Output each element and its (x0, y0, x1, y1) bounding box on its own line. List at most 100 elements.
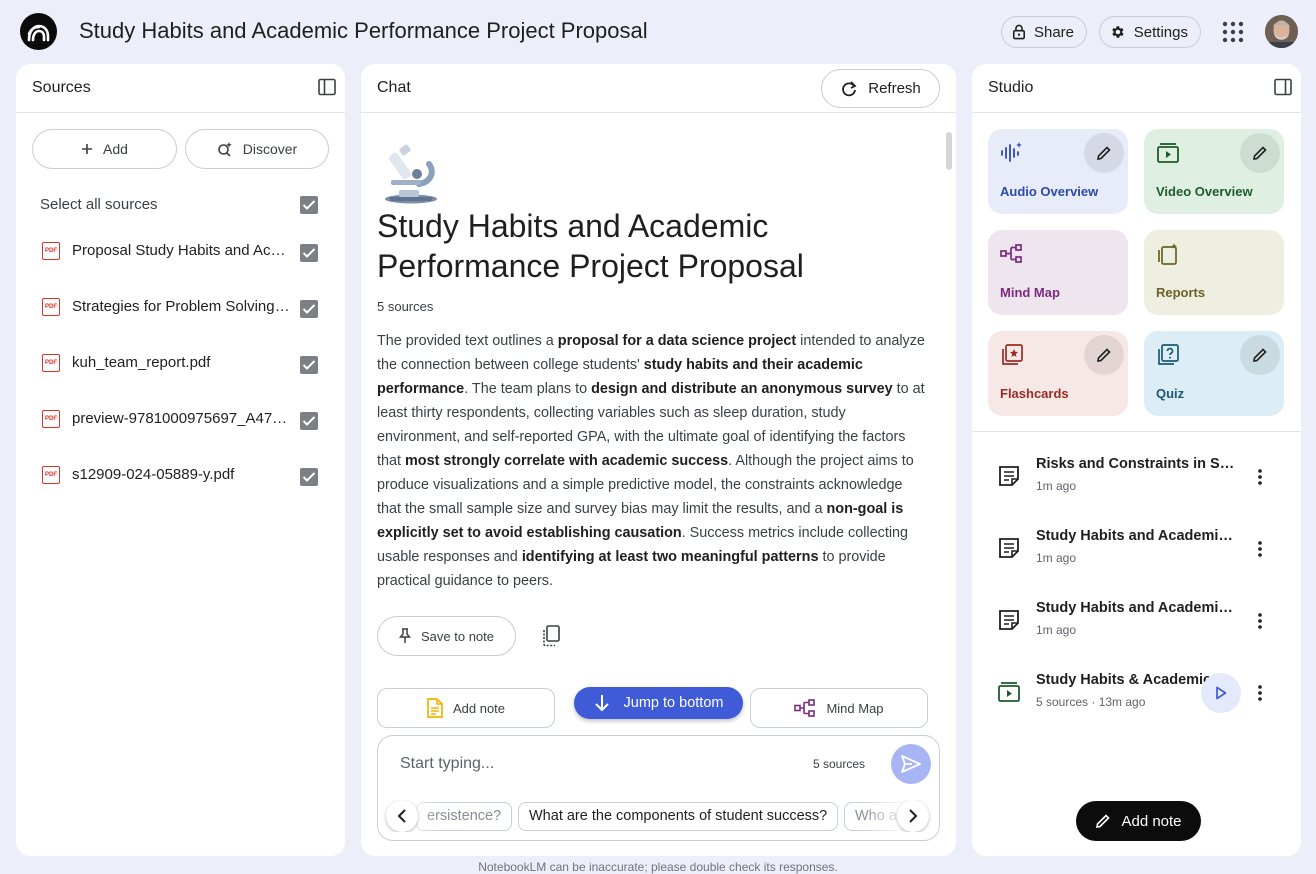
add-source-button[interactable]: Add (32, 129, 177, 169)
mind-map-icon (1000, 244, 1022, 263)
source-item[interactable]: PDF kuh_team_report.pdf (16, 345, 345, 385)
notebook-summary: The provided text outlines a proposal fo… (377, 329, 927, 593)
source-name: Strategies for Problem Solving.pdf (72, 298, 290, 315)
note-title: Risks and Constraints in Study Habits Pr… (1036, 456, 1236, 472)
reports-tile[interactable]: Reports (1144, 230, 1284, 315)
flashcards-tile[interactable]: Flashcards (988, 331, 1128, 416)
source-checkbox[interactable] (300, 412, 318, 430)
select-all-label: Select all sources (40, 196, 158, 213)
discover-search-icon (217, 142, 232, 157)
audio-overview-tile[interactable]: Audio Overview (988, 129, 1128, 214)
pdf-icon: PDF (42, 298, 60, 316)
pencil-icon (1096, 814, 1111, 828)
add-note-button[interactable]: Add note (1076, 801, 1201, 841)
chat-input[interactable] (400, 751, 780, 777)
discover-sources-button[interactable]: Discover (185, 129, 329, 169)
studio-note-item[interactable]: Study Habits and Academic Performance Su… (972, 591, 1301, 651)
settings-label: Settings (1133, 23, 1188, 41)
edit-flashcards-button[interactable] (1084, 335, 1124, 375)
source-item[interactable]: PDF preview-9781000975697_A47190178.pdf (16, 401, 345, 441)
lock-icon (1012, 24, 1026, 40)
notebook-heading: Study Habits and Academic Performance Pr… (377, 208, 804, 284)
source-name: preview-9781000975697_A47190178.pdf (72, 410, 290, 427)
refresh-button[interactable]: Refresh (821, 69, 940, 108)
add-source-label: Add (103, 141, 128, 157)
apps-grid-icon[interactable] (1222, 21, 1244, 43)
add-note-chip-label: Add note (452, 700, 506, 716)
studio-note-item[interactable]: Study Habits and Academic Performance Re… (972, 519, 1301, 579)
refresh-label: Refresh (868, 80, 921, 97)
collapse-sources-icon[interactable] (318, 78, 336, 96)
add-note-chip[interactable]: Add note (377, 688, 555, 728)
notebook-title[interactable]: Study Habits and Academic Performance Pr… (79, 16, 648, 46)
suggested-queries: ersistence? What are the components of s… (378, 800, 939, 832)
studio-note-item[interactable]: Study Habits & Academic Success5 sources… (972, 663, 1301, 723)
tile-label: Audio Overview (1000, 184, 1099, 199)
studio-note-item[interactable]: Risks and Constraints in Study Habits Pr… (972, 447, 1301, 507)
save-to-note-label: Save to note (421, 628, 494, 644)
studio-header: Studio (972, 64, 1301, 113)
source-checkbox[interactable] (300, 356, 318, 374)
more-options-button[interactable] (1248, 606, 1272, 636)
summary-highlight: proposal for a data science project (557, 333, 797, 349)
more-vert-icon (1258, 685, 1262, 701)
sources-header: Sources (16, 64, 345, 113)
edit-video-overview-button[interactable] (1240, 133, 1280, 173)
tile-label: Reports (1156, 285, 1206, 300)
mind-map-chip[interactable]: Mind Map (750, 688, 928, 728)
add-note-label: Add note (1121, 812, 1182, 830)
user-avatar[interactable] (1265, 15, 1298, 48)
send-button[interactable] (891, 744, 931, 784)
source-checkbox[interactable] (300, 244, 318, 262)
quiz-tile[interactable]: Quiz (1144, 331, 1284, 416)
chat-scrollbar[interactable] (946, 132, 952, 170)
pencil-icon (1097, 348, 1111, 362)
share-button[interactable]: Share (1001, 16, 1087, 48)
source-item[interactable]: PDF Proposal Study Habits and Academic Pe… (16, 233, 345, 273)
arrow-down-icon (594, 695, 609, 712)
select-all-checkbox[interactable] (300, 196, 318, 214)
edit-audio-overview-button[interactable] (1084, 133, 1124, 173)
more-options-button[interactable] (1248, 534, 1272, 564)
scroll-left-button[interactable] (386, 800, 418, 832)
scroll-right-button[interactable] (897, 800, 929, 832)
collapse-studio-icon[interactable] (1274, 78, 1292, 96)
microscope-icon (385, 144, 437, 204)
play-button[interactable] (1201, 673, 1241, 713)
mind-map-tile[interactable]: Mind Map (988, 230, 1128, 315)
pdf-icon: PDF (42, 242, 60, 260)
summary-highlight: most strongly correlate with academic su… (405, 453, 729, 469)
flashcards-icon (1002, 344, 1023, 365)
pencil-icon (1253, 146, 1267, 160)
settings-button[interactable]: Settings (1099, 16, 1201, 48)
pdf-icon: PDF (42, 410, 60, 428)
more-options-button[interactable] (1248, 678, 1272, 708)
copy-icon[interactable] (541, 625, 561, 647)
summary-text: The provided text outlines a (377, 333, 558, 349)
note-icon (999, 466, 1019, 486)
source-checkbox[interactable] (300, 468, 318, 486)
note-meta: 1m ago (1036, 551, 1077, 565)
sources-title: Sources (32, 79, 91, 96)
notebooklm-logo-icon[interactable] (20, 13, 57, 50)
save-to-note-button[interactable]: Save to note (377, 616, 516, 656)
chat-input-box: 5 sources ersistence? What are the compo… (377, 735, 940, 841)
source-checkbox[interactable] (300, 300, 318, 318)
source-item[interactable]: PDF s12909-024-05889-y.pdf (16, 457, 345, 497)
tile-label: Flashcards (1000, 386, 1069, 401)
source-item[interactable]: PDF Strategies for Problem Solving.pdf (16, 289, 345, 329)
tile-label: Video Overview (1156, 184, 1253, 199)
source-count: 5 sources (377, 299, 434, 314)
mind-map-chip-label: Mind Map (826, 700, 884, 716)
audio-waveform-icon (1001, 142, 1022, 162)
jump-to-bottom-label: Jump to bottom (623, 695, 724, 711)
video-overview-tile[interactable]: Video Overview (1144, 129, 1284, 214)
edit-quiz-button[interactable] (1240, 335, 1280, 375)
more-options-button[interactable] (1248, 462, 1272, 492)
reports-icon (1158, 243, 1177, 265)
plus-icon (82, 144, 93, 154)
suggested-query-chip[interactable]: What are the components of student succe… (518, 802, 839, 831)
gear-icon (1112, 26, 1124, 38)
jump-to-bottom-button[interactable]: Jump to bottom (574, 687, 743, 719)
disclaimer-text: NotebookLM can be inaccurate; please dou… (478, 860, 838, 874)
